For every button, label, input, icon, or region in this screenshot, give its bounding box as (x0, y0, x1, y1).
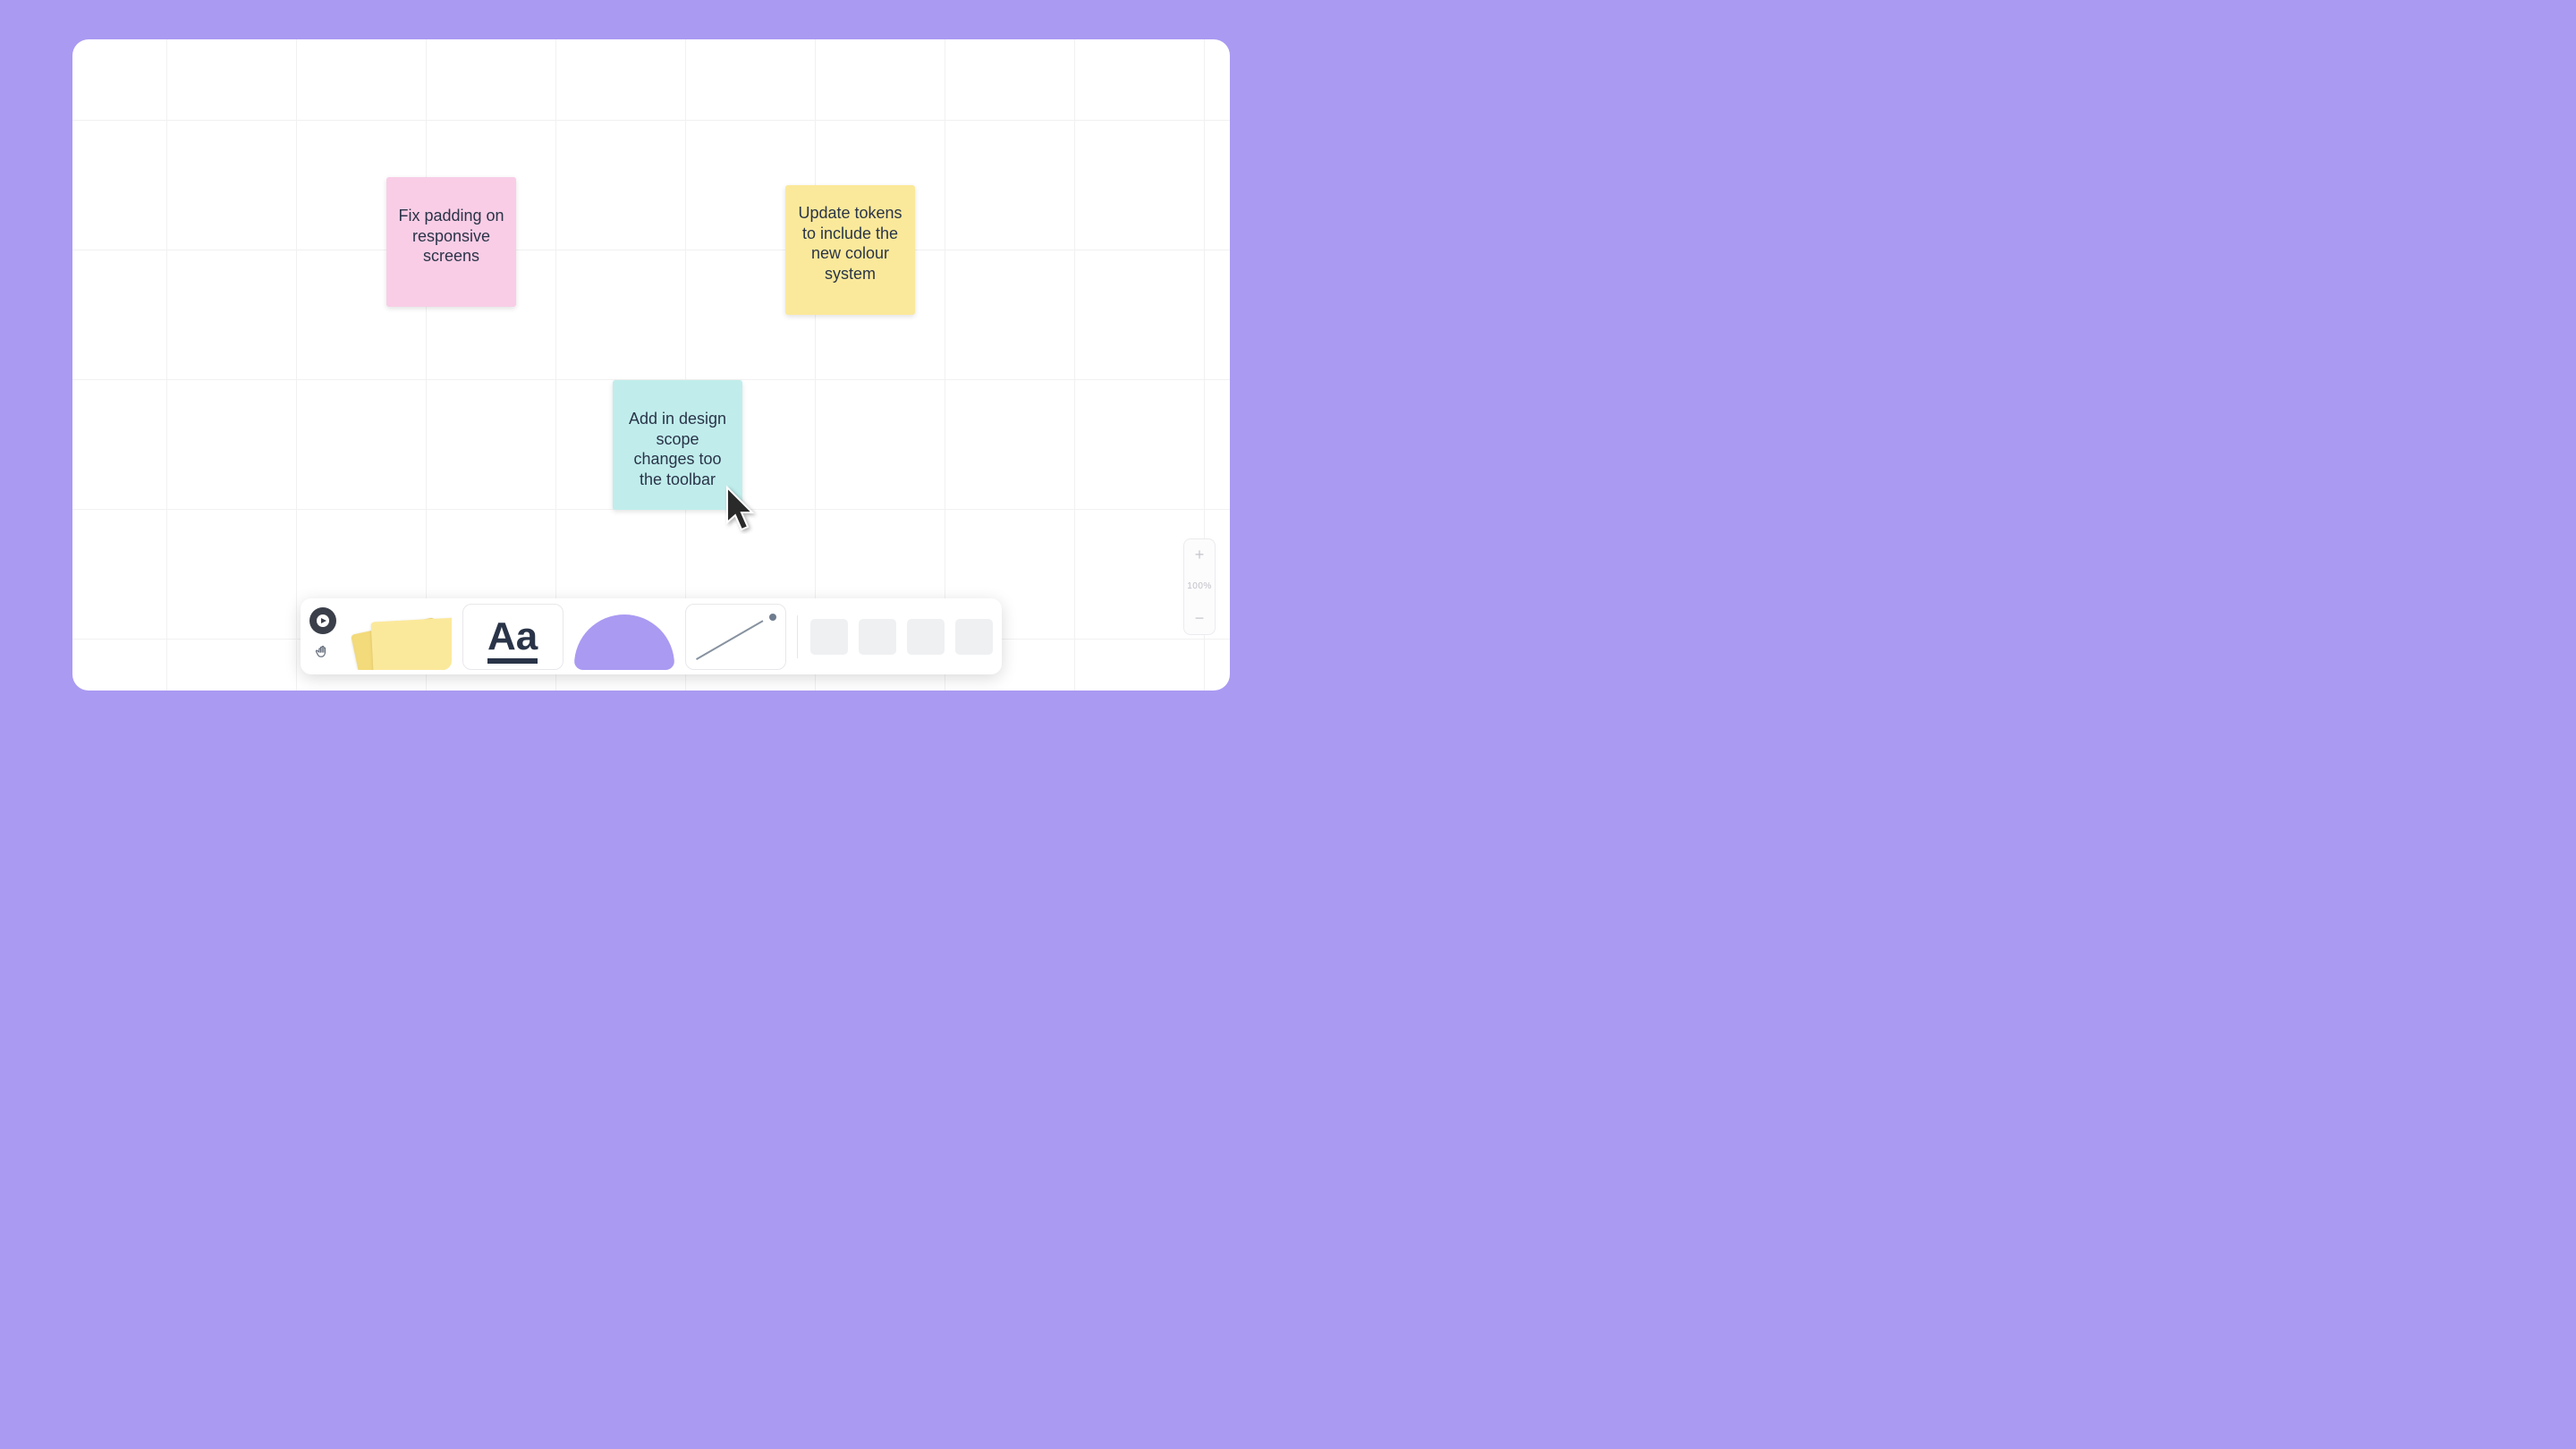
line-tool[interactable] (685, 604, 786, 670)
sticky-stack-icon (359, 616, 444, 670)
zoom-level-display[interactable]: 100% (1184, 571, 1215, 602)
circle-shape-icon (574, 614, 674, 670)
zoom-level-text: 100% (1187, 581, 1212, 591)
zoom-out-button[interactable]: − (1184, 603, 1215, 634)
toolbar-divider (797, 615, 798, 658)
sticky-note-text: Fix padding on responsive screens (397, 206, 505, 267)
toolbar-mode-group (309, 607, 340, 666)
line-tool-icon (686, 605, 785, 669)
plus-icon: + (1195, 546, 1205, 564)
toolbar-extra-tool[interactable] (810, 619, 848, 655)
zoom-control: + 100% − (1183, 538, 1216, 635)
toolbar-extra-tool[interactable] (859, 619, 896, 655)
hand-icon (314, 644, 332, 662)
text-tool[interactable]: Aa (462, 604, 564, 670)
sticky-note-text: Add in design scope changes too the tool… (623, 409, 732, 489)
toolbar-extra-tool[interactable] (955, 619, 993, 655)
shape-tool[interactable] (574, 604, 675, 670)
sticky-note-cyan[interactable]: Add in design scope changes too the tool… (613, 380, 742, 510)
sticky-note-tool[interactable] (351, 604, 452, 670)
sticky-note-yellow[interactable]: Update tokens to include the new colour … (785, 185, 915, 315)
hand-mode-button[interactable] (309, 640, 336, 666)
play-icon (317, 614, 329, 627)
toolbar: Aa (301, 598, 1002, 674)
whiteboard-canvas[interactable]: Fix padding on responsive screens Update… (72, 39, 1230, 691)
sticky-note-pink[interactable]: Fix padding on responsive screens (386, 177, 516, 307)
minus-icon: − (1195, 609, 1205, 628)
canvas-grid (72, 39, 1230, 691)
text-tool-icon: Aa (487, 617, 538, 664)
toolbar-extra-tools (809, 619, 993, 655)
play-mode-button[interactable] (309, 607, 336, 634)
zoom-in-button[interactable]: + (1184, 539, 1215, 571)
toolbar-extra-tool[interactable] (907, 619, 945, 655)
sticky-note-text: Update tokens to include the new colour … (796, 203, 904, 284)
